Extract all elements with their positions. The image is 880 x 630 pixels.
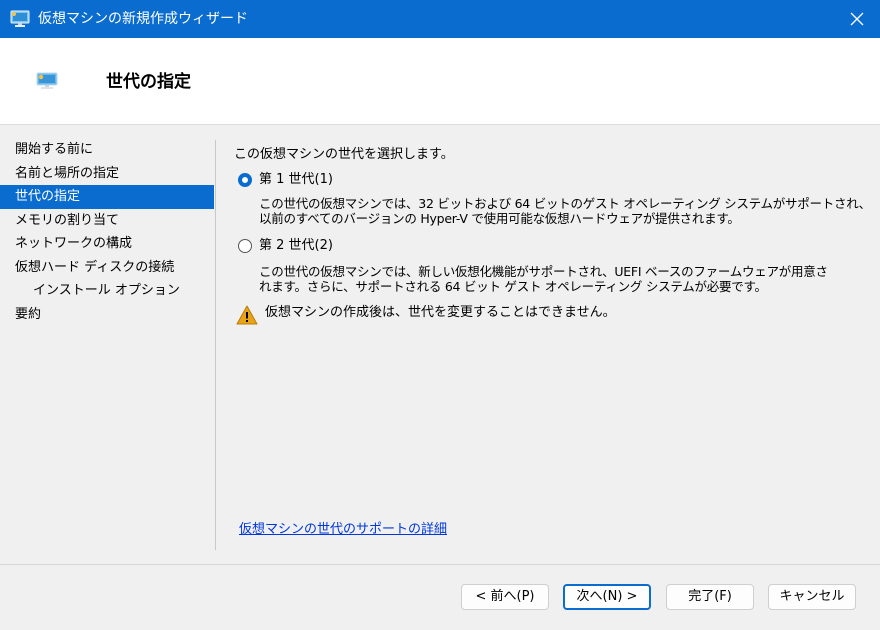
- back-button[interactable]: < 前へ(P): [461, 584, 549, 610]
- generation-2-label[interactable]: 第 2 世代(2): [259, 236, 333, 256]
- wizard-header: 世代の指定: [0, 38, 880, 125]
- footer-divider: [0, 564, 880, 565]
- hyper-v-monitor-icon: [10, 10, 30, 28]
- cancel-button[interactable]: キャンセル: [768, 584, 856, 610]
- close-button[interactable]: [834, 0, 880, 38]
- warning-text: 仮想マシンの作成後は、世代を変更することはできません。: [265, 305, 616, 320]
- generation-2-description: この世代の仮想マシンでは、新しい仮想化機能がサポートされ、UEFI ベースのファ…: [259, 264, 859, 294]
- generation-1-radio-button[interactable]: [238, 173, 252, 187]
- next-button[interactable]: 次へ(N) >: [563, 584, 651, 610]
- nav-step-virtual-hard-disk[interactable]: 仮想ハード ディスクの接続: [0, 256, 214, 280]
- generation-support-help-link[interactable]: 仮想マシンの世代のサポートの詳細: [239, 518, 447, 537]
- nav-step-before-you-begin[interactable]: 開始する前に: [0, 138, 214, 162]
- intro-text: この仮想マシンの世代を選択します。: [234, 147, 454, 162]
- generation-1-description: この世代の仮想マシンでは、32 ビットおよび 64 ビットのゲスト オペレーティ…: [259, 196, 871, 226]
- generation-1-desc-line: 以前のすべてのバージョンの Hyper-V で使用可能な仮想ハードウェアが提供さ…: [259, 211, 740, 226]
- wizard-steps-nav: 開始する前に 名前と場所の指定 世代の指定 メモリの割り当て ネットワークの構成…: [0, 138, 214, 326]
- window-title: 仮想マシンの新規作成ウィザード: [38, 11, 248, 27]
- page-title: 世代の指定: [106, 72, 191, 92]
- finish-button[interactable]: 完了(F): [666, 584, 754, 610]
- title-bar: 仮想マシンの新規作成ウィザード: [0, 0, 880, 38]
- virtual-machine-icon: [36, 72, 58, 90]
- generation-1-label[interactable]: 第 1 世代(1): [259, 170, 333, 190]
- warning-icon: [236, 305, 258, 325]
- nav-step-memory[interactable]: メモリの割り当て: [0, 209, 214, 233]
- generation-2-desc-line: れます。さらに、サポートされる 64 ビット ゲスト オペレーティング システム…: [259, 279, 767, 294]
- nav-divider: [215, 140, 216, 550]
- generation-1-desc-line: この世代の仮想マシンでは、32 ビットおよび 64 ビットのゲスト オペレーティ…: [259, 196, 871, 211]
- close-icon: [850, 12, 864, 26]
- nav-step-name-location[interactable]: 名前と場所の指定: [0, 162, 214, 186]
- generation-2-desc-line: この世代の仮想マシンでは、新しい仮想化機能がサポートされ、UEFI ベースのファ…: [259, 264, 828, 279]
- nav-step-summary[interactable]: 要約: [0, 303, 214, 327]
- nav-step-generation[interactable]: 世代の指定: [0, 185, 214, 209]
- generation-2-radio-button[interactable]: [238, 239, 252, 253]
- nav-step-installation-options[interactable]: インストール オプション: [0, 279, 214, 303]
- nav-step-networking[interactable]: ネットワークの構成: [0, 232, 214, 256]
